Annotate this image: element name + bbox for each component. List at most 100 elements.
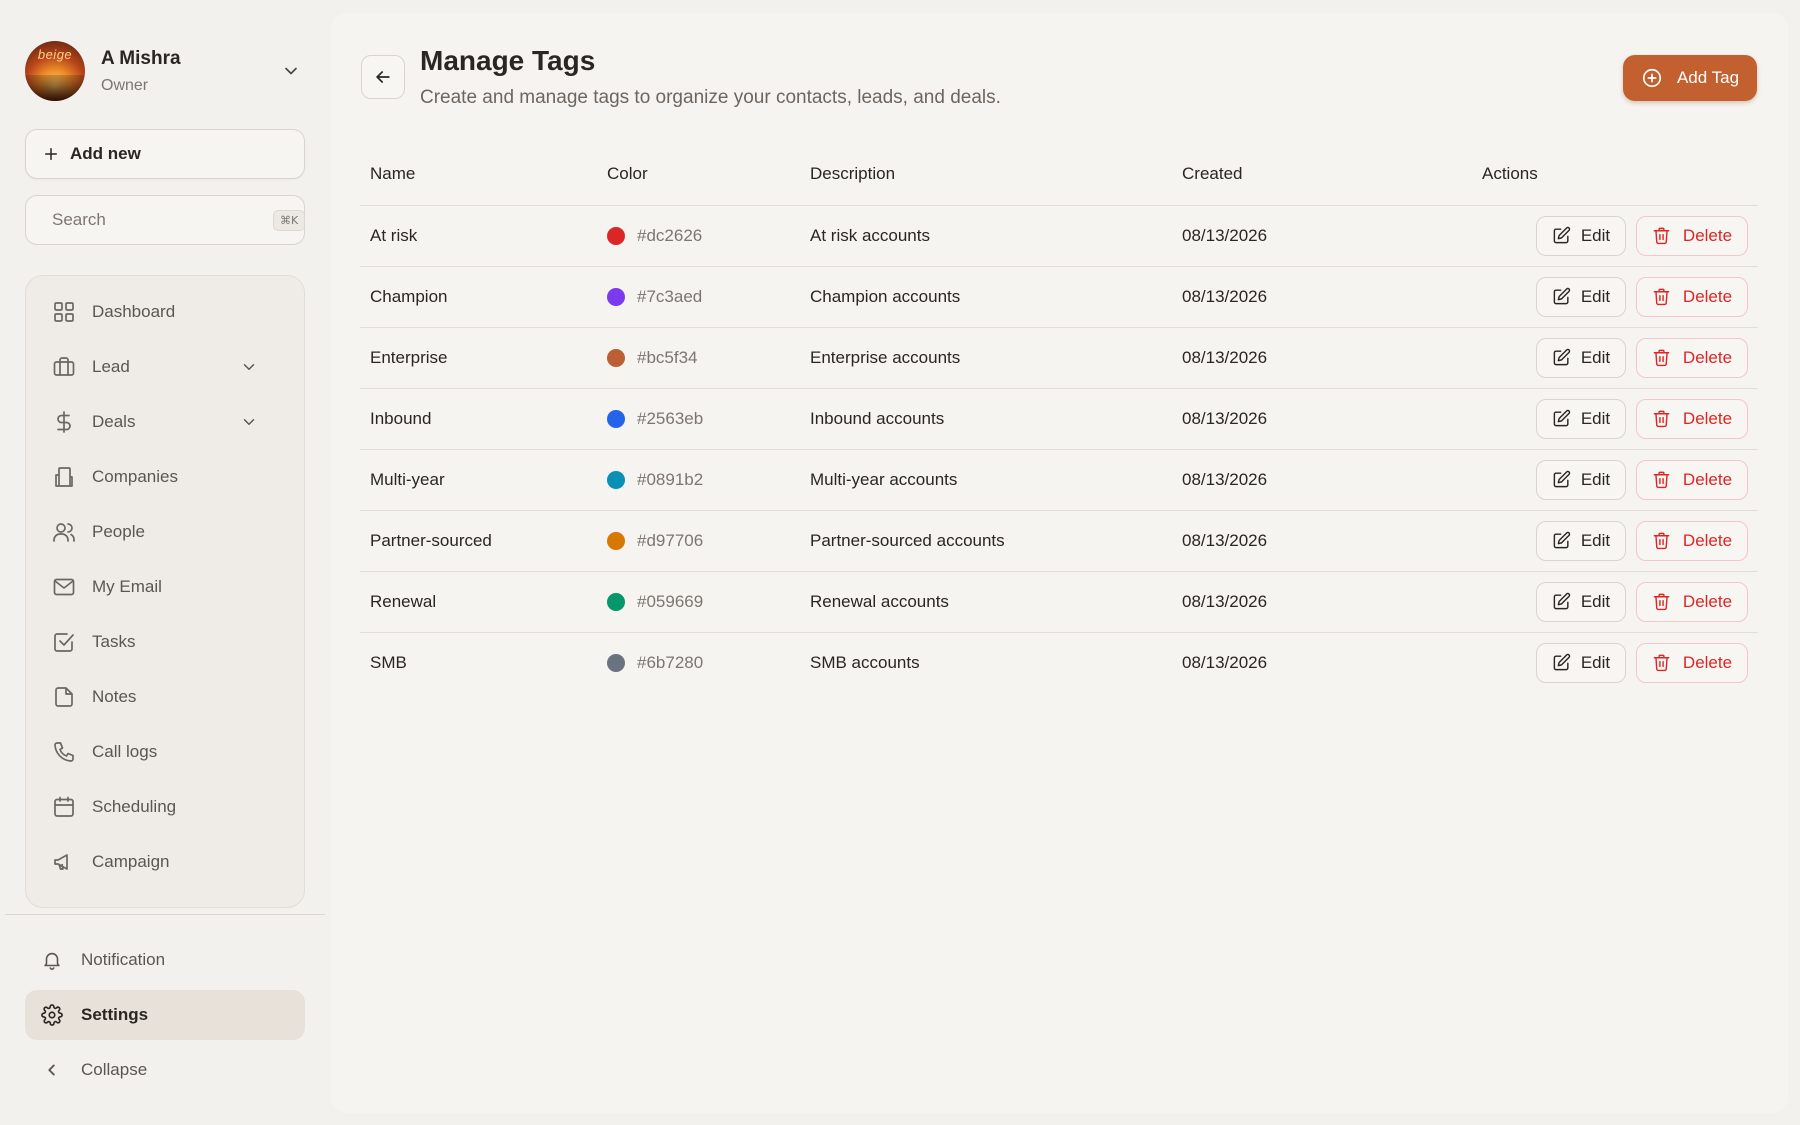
plus-circle-icon [1641, 67, 1663, 89]
tag-created-date: 08/13/2026 [1182, 266, 1482, 328]
edit-label: Edit [1580, 652, 1611, 672]
sidebar-item-deals[interactable]: Deals [26, 394, 304, 449]
delete-button[interactable]: Delete [1636, 398, 1748, 439]
delete-button[interactable]: Delete [1636, 642, 1748, 683]
tag-name: At risk [360, 205, 607, 267]
edit-button[interactable]: Edit [1536, 520, 1626, 561]
column-header-created: Created [1182, 143, 1482, 206]
sidebar-item-campaign[interactable]: Campaign [26, 834, 304, 889]
megaphone-icon [52, 850, 76, 874]
sidebar-item-label: Companies [92, 466, 178, 486]
sidebar-item-notes[interactable]: Notes [26, 669, 304, 724]
delete-button[interactable]: Delete [1636, 215, 1748, 256]
trash-icon [1652, 409, 1671, 428]
tag-created-date: 08/13/2026 [1182, 205, 1482, 267]
collapse-sidebar-button[interactable]: Collapse [25, 1045, 305, 1095]
edit-button[interactable]: Edit [1536, 459, 1626, 500]
edit-button[interactable]: Edit [1536, 581, 1626, 622]
tag-description: SMB accounts [810, 652, 920, 672]
back-button[interactable] [361, 55, 405, 99]
tag-created-date: 08/13/2026 [1182, 327, 1482, 389]
chevron-down-icon[interactable] [281, 61, 301, 81]
delete-label: Delete [1682, 652, 1733, 672]
add-tag-button[interactable]: Add Tag [1623, 55, 1757, 101]
chevron-left-icon [41, 1059, 63, 1081]
table-row: At risk #dc2626 At risk accounts 08/13/2… [360, 205, 1758, 267]
chevron-down-icon[interactable] [240, 358, 258, 376]
trash-icon [1652, 470, 1671, 489]
sidebar-item-my-email[interactable]: My Email [26, 559, 304, 614]
edit-icon [1552, 287, 1571, 306]
edit-label: Edit [1580, 469, 1611, 489]
sidebar-item-tasks[interactable]: Tasks [26, 614, 304, 669]
bell-icon [41, 949, 63, 971]
edit-button[interactable]: Edit [1536, 337, 1626, 378]
phone-icon [52, 740, 76, 764]
tag-name: Inbound [360, 388, 607, 450]
edit-icon [1552, 348, 1571, 367]
color-hex: #0891b2 [637, 469, 704, 489]
tag-description: At risk accounts [810, 205, 1182, 267]
sidebar-item-label: Lead [92, 356, 130, 376]
table-row: Inbound #2563eb Inbound accounts 08/13/2… [360, 388, 1758, 450]
edit-icon [1552, 409, 1571, 428]
edit-button[interactable]: Edit [1536, 276, 1626, 317]
edit-label: Edit [1580, 225, 1611, 245]
delete-button[interactable]: Delete [1636, 520, 1748, 561]
tag-name: Enterprise [360, 327, 607, 389]
sidebar-item-call-logs[interactable]: Call logs [26, 724, 304, 779]
table-row: Multi-year #0891b2 Multi-year accounts 0… [360, 449, 1758, 511]
table-body: At risk #dc2626 At risk accounts 08/13/2… [360, 205, 1758, 693]
edit-label: Edit [1580, 408, 1611, 428]
edit-icon [1552, 592, 1571, 611]
sidebar-item-label: Scheduling [92, 796, 177, 816]
tag-created-date: 08/13/2026 [1182, 449, 1482, 511]
delete-label: Delete [1682, 469, 1733, 489]
user-role: Owner [101, 76, 149, 94]
sidebar-item-settings[interactable]: Settings [25, 990, 305, 1040]
add-new-label: Add new [70, 144, 141, 163]
sidebar-item-dashboard[interactable]: Dashboard [26, 284, 304, 339]
note-icon [52, 685, 76, 709]
sidebar-item-companies[interactable]: Companies [26, 449, 304, 504]
calendar-icon [52, 795, 76, 819]
delete-button[interactable]: Delete [1636, 337, 1748, 378]
sidebar-item-label: People [92, 521, 145, 541]
search-input[interactable] [52, 210, 273, 230]
edit-button[interactable]: Edit [1536, 215, 1626, 256]
color-swatch [607, 531, 625, 550]
table-row: SMB #6b7280 SMB accounts 08/13/2026 Edit [360, 632, 1758, 693]
delete-label: Delete [1682, 591, 1733, 611]
table-row: Enterprise #bc5f34 Enterprise accounts 0… [360, 327, 1758, 389]
delete-button[interactable]: Delete [1636, 276, 1748, 317]
search-box[interactable]: ⌘K [25, 195, 306, 245]
table-header-row: Name Color Description Created Actions [360, 143, 1758, 206]
trash-icon [1652, 653, 1671, 672]
tag-name: Partner-sourced [360, 510, 607, 572]
sidebar: beige A Mishra Owner Add new ⌘K Dashboar… [0, 0, 330, 1125]
edit-button[interactable]: Edit [1536, 642, 1626, 683]
sidebar-item-scheduling[interactable]: Scheduling [26, 779, 304, 834]
sidebar-item-people[interactable]: People [26, 504, 304, 559]
add-new-button[interactable]: Add new [25, 129, 305, 179]
trash-icon [1652, 348, 1671, 367]
color-hex: #d97706 [637, 530, 704, 550]
trash-icon [1652, 531, 1671, 550]
edit-button[interactable]: Edit [1536, 398, 1626, 439]
trash-icon [1652, 592, 1671, 611]
color-swatch [607, 409, 625, 428]
column-header-name: Name [360, 143, 607, 206]
sidebar-item-notification[interactable]: Notification [25, 935, 305, 985]
sidebar-item-label: Tasks [92, 631, 136, 651]
trash-icon [1652, 226, 1671, 245]
table-row: Partner-sourced #d97706 Partner-sourced … [360, 510, 1758, 572]
color-hex: #059669 [637, 591, 704, 611]
sidebar-item-lead[interactable]: Lead [26, 339, 304, 394]
chevron-down-icon[interactable] [240, 413, 258, 431]
user-profile-menu[interactable]: beige A Mishra Owner [25, 40, 305, 102]
color-hex: #dc2626 [637, 225, 703, 245]
delete-button[interactable]: Delete [1636, 459, 1748, 500]
sidebar-item-label: Settings [81, 1005, 149, 1024]
tag-description: Inbound accounts [810, 388, 1182, 450]
delete-button[interactable]: Delete [1636, 581, 1748, 622]
